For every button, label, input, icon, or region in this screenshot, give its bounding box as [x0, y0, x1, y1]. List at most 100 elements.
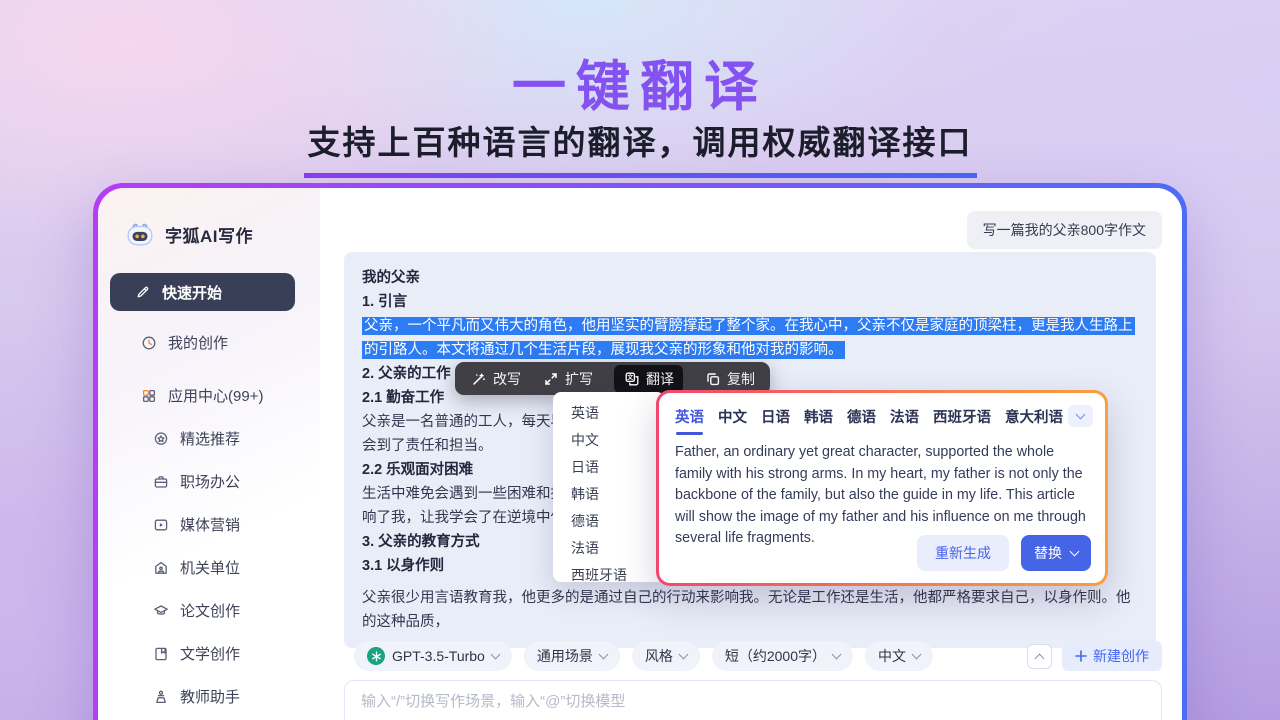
collapse-button[interactable]: [1027, 644, 1052, 669]
sidebar-item-my-creations[interactable]: 我的创作: [98, 321, 320, 364]
robot-logo-icon: [125, 219, 155, 249]
chevron-down-icon: [1076, 409, 1086, 419]
media-play-icon: [152, 516, 169, 533]
length-label: 短（约2000字）: [725, 646, 826, 666]
chevron-down-icon: [598, 649, 608, 659]
language-menu: 英语 中文 日语 韩语 德语 法语 西班牙语: [553, 392, 665, 582]
page-subtitle: 支持上百种语言的翻译，调用权威翻译接口: [304, 116, 977, 178]
teacher-icon: [152, 688, 169, 705]
doc-heading-intro: 1. 引言: [362, 290, 1138, 314]
sidebar-item-label: 快速开始: [162, 282, 222, 303]
composer-input[interactable]: [344, 680, 1162, 720]
star-badge-icon: [152, 430, 169, 447]
language-menu-item-german[interactable]: 德语: [553, 508, 665, 535]
sidebar-item-label: 我的创作: [168, 332, 228, 353]
sidebar-item-label: 职场办公: [180, 471, 240, 492]
briefcase-icon: [152, 473, 169, 490]
style-select[interactable]: 风格: [632, 641, 700, 671]
sidebar-item-office[interactable]: 职场办公: [98, 460, 320, 503]
tab-italian[interactable]: 意大利语: [1005, 406, 1063, 435]
copy-label: 复制: [727, 369, 755, 389]
tab-german[interactable]: 德语: [847, 406, 876, 435]
plus-icon: [1075, 650, 1087, 662]
sidebar-menu: 快速开始 我的创作: [98, 273, 320, 718]
chevron-down-icon: [1070, 546, 1080, 556]
chevron-down-icon: [490, 649, 500, 659]
sidebar-item-label: 机关单位: [180, 557, 240, 578]
tab-korean[interactable]: 韩语: [804, 406, 833, 435]
expand-label: 扩写: [565, 369, 593, 389]
tab-spanish[interactable]: 西班牙语: [933, 406, 991, 435]
tab-french[interactable]: 法语: [890, 406, 919, 435]
clock-icon: [140, 334, 157, 351]
page: 一键翻译 支持上百种语言的翻译，调用权威翻译接口: [0, 0, 1280, 720]
page-subtitle-wrap: 支持上百种语言的翻译，调用权威翻译接口: [0, 116, 1280, 178]
chevron-down-icon: [678, 649, 688, 659]
regenerate-button[interactable]: 重新生成: [917, 535, 1009, 571]
copy-button[interactable]: 复制: [704, 369, 755, 389]
sidebar-item-label: 论文创作: [180, 600, 240, 621]
language-menu-item-japanese[interactable]: 日语: [553, 454, 665, 481]
sidebar-item-label: 应用中心(99+): [168, 385, 263, 406]
sidebar-item-label: 精选推荐: [180, 428, 240, 449]
language-menu-item-spanish[interactable]: 西班牙语: [553, 562, 665, 582]
sidebar-item-literature[interactable]: 文学创作: [98, 632, 320, 675]
brand: 字狐AI写作: [125, 218, 320, 250]
expand-icon: [542, 370, 559, 387]
chevron-up-icon: [1035, 653, 1045, 663]
text-selection: 父亲，一个平凡而又伟大的角色，他用坚实的臂膀撑起了整个家。在我心中，父亲不仅是家…: [362, 317, 1135, 359]
brand-name: 字狐AI写作: [165, 222, 253, 247]
sidebar-item-label: 教师助手: [180, 686, 240, 707]
openai-icon: [367, 647, 385, 665]
output-language-select[interactable]: 中文: [865, 641, 933, 671]
sidebar-item-label: 文学创作: [180, 643, 240, 664]
sidebar-item-label: 媒体营销: [180, 514, 240, 535]
language-menu-item-english[interactable]: 英语: [553, 400, 665, 427]
tab-english[interactable]: 英语: [675, 406, 704, 435]
translation-text: Father, an ordinary yet great character,…: [675, 442, 1089, 550]
rewrite-button[interactable]: 改写: [470, 369, 521, 389]
main-area: 写一篇我的父亲800字作文 我的父亲 1. 引言 父亲，一个平凡而又伟大的角色，…: [320, 188, 1182, 720]
scene-select[interactable]: 通用场景: [524, 641, 620, 671]
sidebar-item-app-center[interactable]: 应用中心(99+): [98, 374, 320, 417]
doc-title: 我的父亲: [362, 266, 1138, 290]
graduation-cap-icon: [152, 602, 169, 619]
replace-label: 替换: [1034, 543, 1062, 563]
composer-input-wrap: [344, 680, 1162, 720]
building-icon: [152, 559, 169, 576]
expand-button[interactable]: 扩写: [542, 369, 593, 389]
tab-japanese[interactable]: 日语: [761, 406, 790, 435]
language-menu-item-french[interactable]: 法语: [553, 535, 665, 562]
length-select[interactable]: 短（约2000字）: [712, 641, 853, 671]
replace-button[interactable]: 替换: [1021, 535, 1091, 571]
doc-paragraph: 父亲很少用言语教育我，他更多的是通过自己的行动来影响我。无论是工作还是生活，他都…: [362, 586, 1138, 634]
grid-icon: [140, 387, 157, 404]
wand-icon: [470, 370, 487, 387]
translate-popup: 英语 中文 日语 韩语 德语 法语 西班牙语 意大利语 Father,: [656, 390, 1108, 586]
sidebar-item-teacher[interactable]: 教师助手: [98, 675, 320, 718]
sidebar-item-media[interactable]: 媒体营销: [98, 503, 320, 546]
sidebar-item-paper[interactable]: 论文创作: [98, 589, 320, 632]
new-creation-button[interactable]: 新建创作: [1062, 641, 1162, 671]
sidebar-item-government[interactable]: 机关单位: [98, 546, 320, 589]
composer-bar: GPT-3.5-Turbo 通用场景 风格 短（约2000字）: [354, 641, 1162, 671]
translate-button[interactable]: 文 翻译: [614, 365, 683, 393]
tab-chinese[interactable]: 中文: [718, 406, 747, 435]
tabs-more-button[interactable]: [1068, 405, 1093, 427]
chevron-down-icon: [912, 649, 922, 659]
scene-label: 通用场景: [537, 646, 593, 666]
copy-icon: [704, 370, 721, 387]
rewrite-label: 改写: [493, 369, 521, 389]
model-select[interactable]: GPT-3.5-Turbo: [354, 641, 512, 671]
selected-paragraph: 父亲，一个平凡而又伟大的角色，他用坚实的臂膀撑起了整个家。在我心中，父亲不仅是家…: [362, 314, 1138, 362]
sidebar-item-quick-start[interactable]: 快速开始: [110, 273, 295, 311]
model-label: GPT-3.5-Turbo: [392, 648, 485, 664]
language-menu-item-chinese[interactable]: 中文: [553, 427, 665, 454]
chevron-down-icon: [832, 649, 842, 659]
page-title: 一键翻译: [0, 42, 1280, 121]
language-menu-item-korean[interactable]: 韩语: [553, 481, 665, 508]
pen-icon: [134, 284, 151, 301]
app-window: 字狐AI写作 快速开始: [93, 183, 1187, 720]
user-prompt-bubble: 写一篇我的父亲800字作文: [967, 211, 1162, 249]
sidebar-item-featured[interactable]: 精选推荐: [98, 417, 320, 460]
